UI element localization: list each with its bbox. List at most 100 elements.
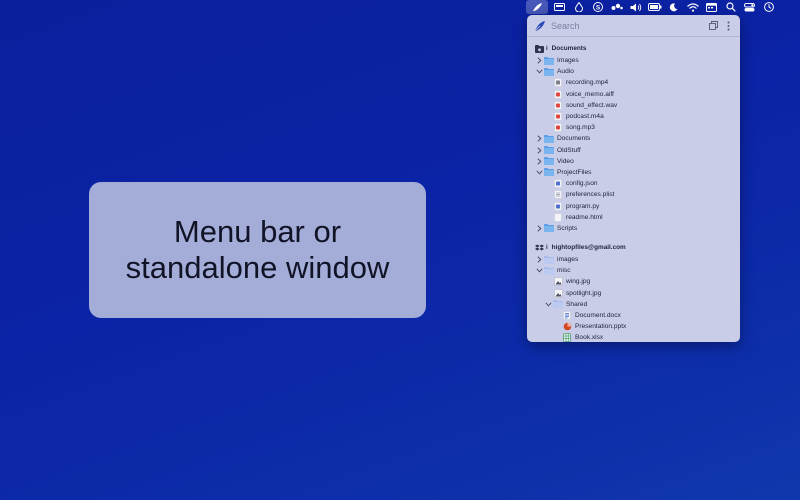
- folder-row[interactable]: OldStuff: [527, 145, 740, 156]
- battery-icon[interactable]: [645, 0, 664, 14]
- item-label: recording.mp4: [566, 79, 609, 87]
- calendar-icon[interactable]: [702, 0, 721, 14]
- item-label: config.json: [566, 180, 598, 188]
- chevron-right-icon[interactable]: [535, 134, 544, 143]
- item-label: misc: [557, 267, 571, 275]
- image-file-icon: [553, 277, 563, 287]
- item-label: spotlight.jpg: [566, 289, 602, 297]
- folder-icon: [544, 134, 554, 143]
- item-label: podcast.m4a: [566, 113, 604, 121]
- plist-file-icon: [553, 190, 563, 200]
- feather-logo-icon: [533, 19, 547, 33]
- item-label: Documents: [557, 135, 591, 143]
- item-label: voice_memo.aiff: [566, 90, 614, 98]
- file-row[interactable]: config.json: [527, 178, 740, 189]
- clock-icon[interactable]: [759, 0, 778, 14]
- folder-icon: [544, 56, 554, 65]
- python-file-icon: [553, 201, 563, 211]
- item-label: song.mp3: [566, 124, 595, 132]
- file-row[interactable]: Document.docx: [527, 310, 740, 321]
- control-center-icon[interactable]: [740, 0, 759, 14]
- chevron-right-icon[interactable]: [535, 146, 544, 155]
- file-browser-panel: iDocumentsImagesAudiorecording.mp4voice_…: [527, 15, 740, 342]
- more-options-icon[interactable]: [722, 20, 734, 32]
- image-file-icon: [553, 288, 563, 298]
- display-icon[interactable]: [550, 0, 569, 14]
- item-label: images: [557, 256, 579, 264]
- wifi-icon[interactable]: [683, 0, 702, 14]
- video-file-icon: [553, 78, 563, 88]
- detach-window-icon[interactable]: [707, 20, 719, 32]
- item-label: Audio: [557, 68, 574, 76]
- file-row[interactable]: song.mp3: [527, 122, 740, 133]
- item-label: sound_effect.wav: [566, 101, 618, 109]
- folder-row[interactable]: Shared: [527, 299, 740, 310]
- folder-icon: [544, 266, 554, 275]
- folder-drive-icon: [535, 44, 544, 53]
- word-file-icon: [562, 311, 572, 320]
- powerpoint-file-icon: [562, 322, 572, 331]
- file-row[interactable]: program.py: [527, 200, 740, 211]
- audio-file-icon: [553, 123, 563, 132]
- chevron-right-icon[interactable]: [535, 157, 544, 166]
- section-header[interactable]: i Documents: [527, 43, 740, 54]
- search-input[interactable]: [551, 20, 704, 31]
- dots-icon[interactable]: [607, 0, 626, 14]
- chevron-right-icon[interactable]: [535, 224, 544, 233]
- drop-icon[interactable]: [569, 0, 588, 14]
- chevron-right-icon[interactable]: [535, 255, 544, 264]
- file-row[interactable]: podcast.m4a: [527, 111, 740, 122]
- chevron-down-icon[interactable]: [535, 168, 544, 177]
- file-row[interactable]: sound_effect.wav: [527, 100, 740, 111]
- info-icon[interactable]: i: [546, 245, 548, 251]
- folder-row[interactable]: Audio: [527, 66, 740, 77]
- audio-file-icon: [553, 89, 563, 99]
- folder-row[interactable]: images: [527, 254, 740, 265]
- item-label: ProjectFiles: [557, 168, 592, 176]
- section-header[interactable]: i hightopfiles@gmail.com: [527, 242, 740, 253]
- chevron-right-icon[interactable]: [535, 56, 544, 65]
- item-label: Video: [557, 157, 574, 165]
- chevron-down-icon[interactable]: [535, 266, 544, 275]
- item-label: program.py: [566, 202, 600, 210]
- search-icon[interactable]: [721, 0, 740, 14]
- file-row[interactable]: preferences.plist: [527, 189, 740, 200]
- folder-row[interactable]: Documents: [527, 133, 740, 144]
- folder-icon: [544, 255, 554, 264]
- item-label: Shared: [566, 300, 588, 308]
- folder-icon: [544, 67, 554, 76]
- dropbox-icon: [535, 244, 544, 252]
- s-circle-icon[interactable]: S: [588, 0, 607, 14]
- menu-bar: S: [520, 0, 800, 14]
- folder-row[interactable]: misc: [527, 265, 740, 276]
- file-row[interactable]: wing.jpg: [527, 276, 740, 287]
- folder-row[interactable]: ProjectFiles: [527, 167, 740, 178]
- moon-icon[interactable]: [664, 0, 683, 14]
- search-bar: [527, 15, 740, 37]
- item-label: Images: [557, 57, 579, 65]
- file-row[interactable]: Book.xlsx: [527, 332, 740, 342]
- json-file-icon: [553, 179, 563, 188]
- folder-row[interactable]: Video: [527, 156, 740, 167]
- folder-row[interactable]: Scripts: [527, 223, 740, 234]
- speaker-icon[interactable]: [626, 0, 645, 14]
- info-icon[interactable]: i: [546, 46, 548, 52]
- folder-icon: [553, 300, 563, 309]
- item-label: Book.xlsx: [575, 334, 604, 342]
- file-row[interactable]: spotlight.jpg: [527, 288, 740, 299]
- file-row[interactable]: recording.mp4: [527, 77, 740, 88]
- file-row[interactable]: voice_memo.aiff: [527, 89, 740, 100]
- folder-row[interactable]: Images: [527, 55, 740, 66]
- chevron-down-icon[interactable]: [535, 67, 544, 76]
- callout-line-2: standalone window: [125, 250, 390, 285]
- file-row[interactable]: readme.html: [527, 212, 740, 223]
- chevron-down-icon[interactable]: [544, 300, 553, 309]
- folder-icon: [544, 168, 554, 177]
- file-row[interactable]: Presentation.pptx: [527, 321, 740, 332]
- folder-icon: [544, 224, 554, 233]
- callout-line-1: Menu bar or: [173, 214, 342, 249]
- feather-icon[interactable]: [526, 0, 548, 14]
- item-label: Presentation.pptx: [575, 323, 627, 331]
- item-label: readme.html: [566, 213, 603, 221]
